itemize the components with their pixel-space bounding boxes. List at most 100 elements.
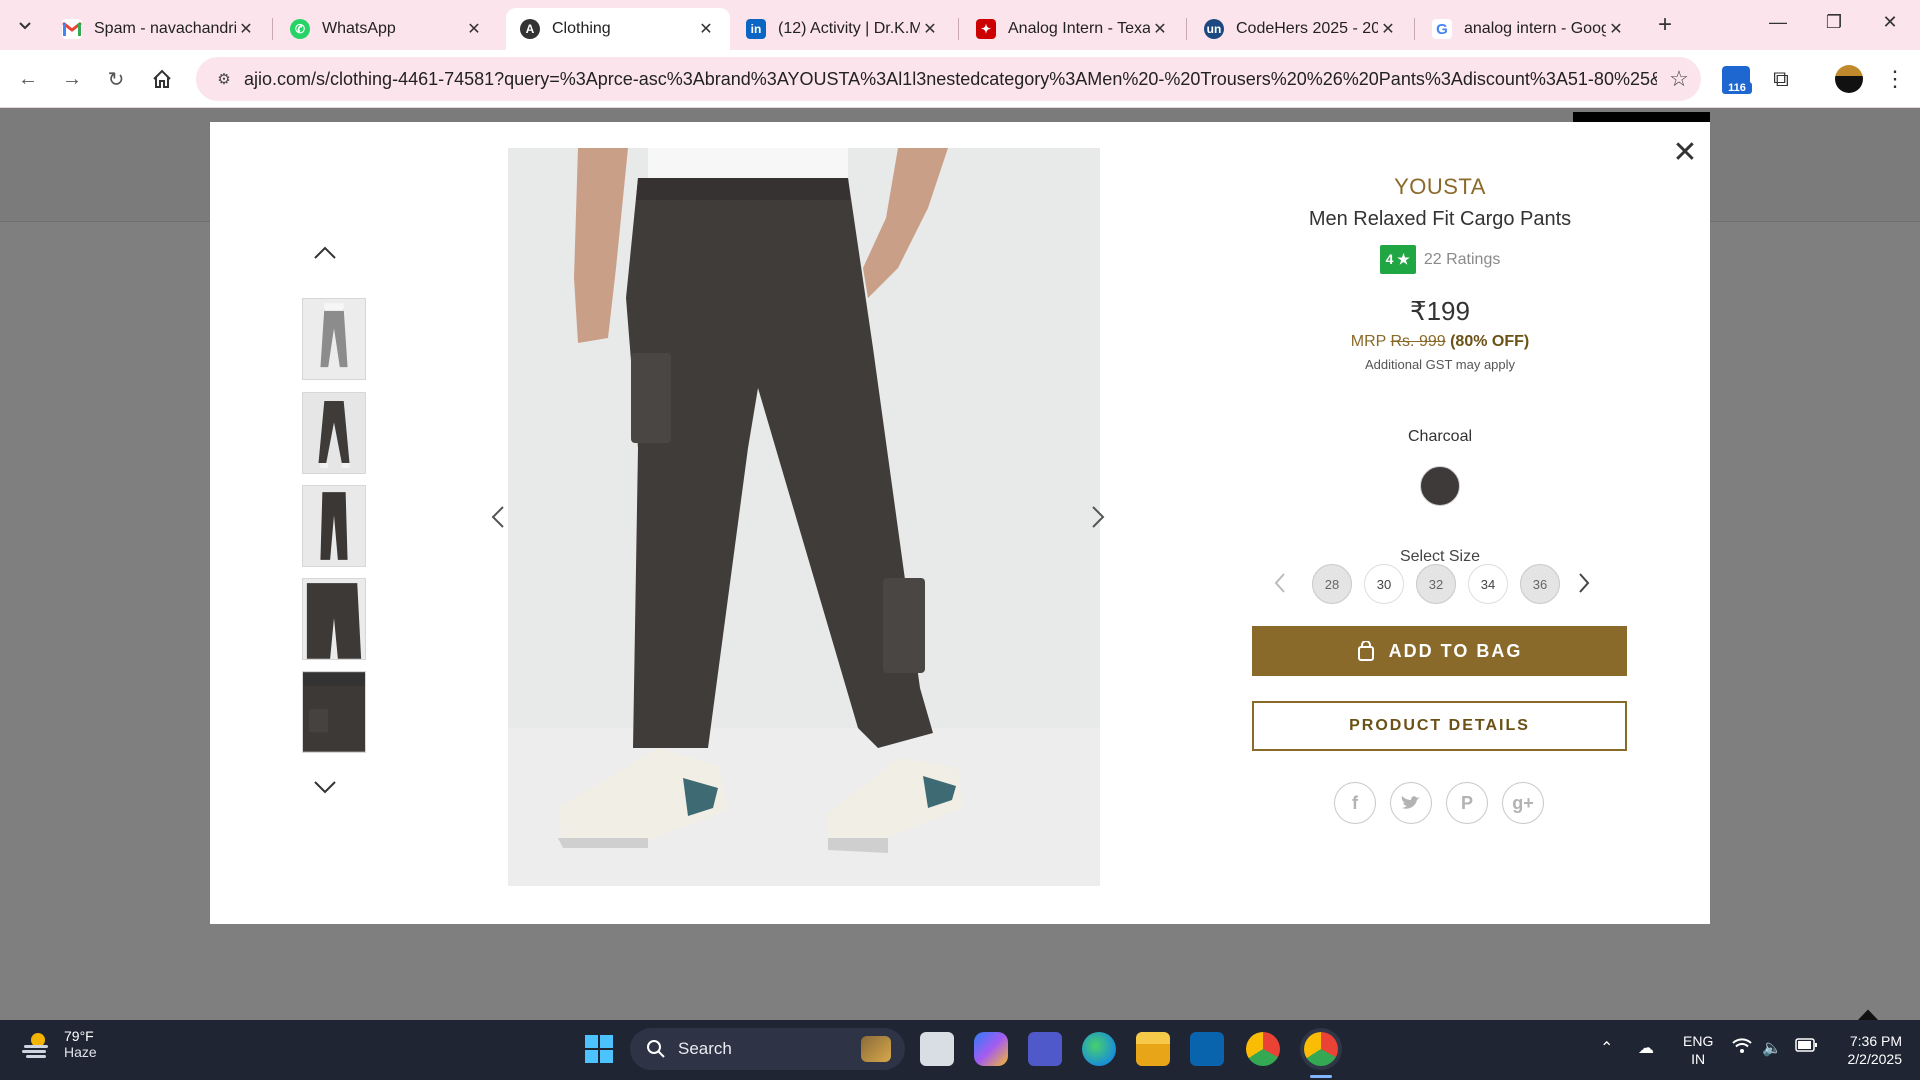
- site-settings-icon[interactable]: ⚙: [204, 70, 244, 88]
- region-code: IN: [1691, 1051, 1706, 1067]
- extension-button[interactable]: 116: [1722, 62, 1752, 96]
- color-swatch-charcoal[interactable]: [1420, 466, 1460, 506]
- thumbnail-scroll-up[interactable]: [310, 238, 340, 268]
- tab-whatsapp[interactable]: ✆ WhatsApp ✕: [276, 8, 498, 50]
- cloud-offline-icon[interactable]: ☁: [1638, 1038, 1654, 1058]
- quick-view-modal: ✕ YOUSTA Men Relaxed Fit Cargo Pants 4 ★…: [210, 122, 1710, 924]
- taskbar-search[interactable]: Search: [630, 1028, 905, 1070]
- mrp-row: MRP Rs. 999 (80% OFF): [1250, 333, 1630, 351]
- reload-button[interactable]: ↻: [100, 63, 132, 95]
- back-button[interactable]: ←: [12, 63, 44, 95]
- chevron-down-icon: [314, 781, 336, 794]
- browser-menu-button[interactable]: ⋮: [1880, 63, 1910, 95]
- color-name: Charcoal: [1407, 428, 1473, 445]
- tab-google[interactable]: G analog intern - Goog ✕: [1418, 8, 1640, 50]
- clock-date: 2/2/2025: [1847, 1051, 1903, 1067]
- close-icon: ✕: [1672, 136, 1698, 169]
- task-view-icon[interactable]: [920, 1032, 954, 1066]
- tab-divider: [1186, 18, 1187, 40]
- twitter-icon[interactable]: [1390, 782, 1432, 824]
- linkedin-icon: in: [746, 19, 766, 39]
- thumbnail-4[interactable]: [302, 578, 366, 660]
- home-button[interactable]: [146, 63, 178, 95]
- copilot-icon[interactable]: [974, 1032, 1008, 1066]
- wifi-icon[interactable]: [1732, 1038, 1752, 1059]
- close-icon[interactable]: ✕: [696, 19, 716, 39]
- thumbnail-scroll-down[interactable]: [310, 772, 340, 802]
- size-option-28[interactable]: 28: [1312, 564, 1352, 604]
- thumbnail-1[interactable]: [302, 298, 366, 380]
- volume-icon[interactable]: 🔈: [1762, 1038, 1782, 1058]
- tab-title: Clothing: [552, 20, 611, 37]
- image-next-button[interactable]: [1086, 497, 1110, 537]
- new-tab-button[interactable]: +: [1650, 10, 1680, 40]
- size-next-button[interactable]: [1574, 568, 1594, 598]
- profile-avatar[interactable]: [1835, 65, 1863, 93]
- teams-icon[interactable]: [1028, 1032, 1062, 1066]
- outlook-icon[interactable]: [1190, 1032, 1224, 1066]
- image-prev-button[interactable]: [486, 497, 510, 537]
- close-icon[interactable]: ✕: [1150, 19, 1170, 39]
- close-icon[interactable]: ✕: [464, 19, 484, 39]
- extensions-button[interactable]: ⧉: [1765, 63, 1797, 95]
- tab-strip: Spam - navachandrik ✕ ✆ WhatsApp ✕ A Clo…: [0, 0, 1920, 50]
- chrome-icon[interactable]: [1246, 1032, 1280, 1066]
- brand-name[interactable]: YOUSTA: [1250, 174, 1630, 200]
- chevron-left-icon: [1274, 573, 1285, 593]
- size-option-36[interactable]: 36: [1520, 564, 1560, 604]
- address-bar[interactable]: ⚙ ajio.com/s/clothing-4461-74581?query=%…: [196, 57, 1701, 101]
- close-icon[interactable]: ✕: [1378, 19, 1398, 39]
- browser-toolbar: ← → ↻ ⚙ ajio.com/s/clothing-4461-74581?q…: [0, 50, 1920, 108]
- unstop-icon: un: [1204, 19, 1224, 39]
- thumbnail-2[interactable]: [302, 392, 366, 474]
- active-app-indicator: [1310, 1075, 1332, 1078]
- weather-widget[interactable]: 79°F Haze: [20, 1028, 97, 1060]
- arrow-left-icon: ←: [18, 67, 38, 90]
- tab-title: Spam - navachandrik: [94, 20, 236, 37]
- tab-clothing[interactable]: A Clothing ✕: [506, 8, 730, 50]
- pinterest-icon[interactable]: P: [1446, 782, 1488, 824]
- size-selector: 28 30 32 34 36: [1270, 562, 1600, 606]
- product-details-button[interactable]: PRODUCT DETAILS: [1252, 701, 1627, 751]
- home-icon: [153, 69, 171, 88]
- google-plus-icon[interactable]: g+: [1502, 782, 1544, 824]
- size-option-30[interactable]: 30: [1364, 564, 1404, 604]
- chrome-profile-icon[interactable]: [1304, 1032, 1338, 1066]
- close-icon[interactable]: ✕: [236, 19, 256, 39]
- file-explorer-icon[interactable]: [1136, 1032, 1170, 1066]
- size-option-32[interactable]: 32: [1416, 564, 1456, 604]
- thumbnail-3[interactable]: [302, 485, 366, 567]
- restore-button[interactable]: ❐: [1806, 0, 1862, 44]
- search-icon: [647, 1040, 665, 1058]
- bookmark-star-icon[interactable]: ☆: [1657, 66, 1701, 92]
- tab-title: CodeHers 2025 - 202: [1236, 20, 1378, 37]
- chevron-up-icon[interactable]: ⌃: [1600, 1038, 1613, 1058]
- taskbar: 79°F Haze Search ⌃ ☁ ENG IN 🔈 7:36 PM 2/…: [0, 1020, 1920, 1080]
- size-prev-button[interactable]: [1270, 568, 1290, 598]
- tab-linkedin[interactable]: in (12) Activity | Dr.K.Ma ✕: [732, 8, 954, 50]
- window-close-button[interactable]: ✕: [1862, 0, 1918, 44]
- language-indicator[interactable]: ENG IN: [1683, 1032, 1713, 1068]
- tab-texas-instruments[interactable]: ✦ Analog Intern - Texas ✕: [962, 8, 1184, 50]
- forward-button[interactable]: →: [56, 63, 88, 95]
- minimize-button[interactable]: —: [1750, 0, 1806, 44]
- tab-search-button[interactable]: [10, 10, 40, 40]
- facebook-icon[interactable]: f: [1334, 782, 1376, 824]
- close-icon[interactable]: ✕: [1606, 19, 1626, 39]
- weather-condition: Haze: [64, 1044, 97, 1060]
- temperature: 79°F: [64, 1028, 94, 1044]
- tab-unstop[interactable]: un CodeHers 2025 - 202 ✕: [1190, 8, 1412, 50]
- size-option-34[interactable]: 34: [1468, 564, 1508, 604]
- close-icon[interactable]: ✕: [920, 19, 940, 39]
- thumbnail-5[interactable]: [302, 671, 366, 753]
- url-text[interactable]: ajio.com/s/clothing-4461-74581?query=%3A…: [244, 69, 1657, 90]
- battery-icon[interactable]: [1795, 1038, 1817, 1057]
- gst-note: Additional GST may apply: [1364, 357, 1516, 372]
- tab-gmail[interactable]: Spam - navachandrik ✕: [48, 8, 270, 50]
- modal-close-button[interactable]: ✕: [1670, 138, 1700, 168]
- edge-icon[interactable]: [1082, 1032, 1116, 1066]
- system-clock[interactable]: 7:36 PM 2/2/2025: [1828, 1032, 1903, 1068]
- windows-start-icon[interactable]: [584, 1034, 614, 1064]
- add-to-bag-button[interactable]: ADD TO BAG: [1252, 626, 1627, 676]
- extension-badge-count: 116: [1722, 82, 1752, 94]
